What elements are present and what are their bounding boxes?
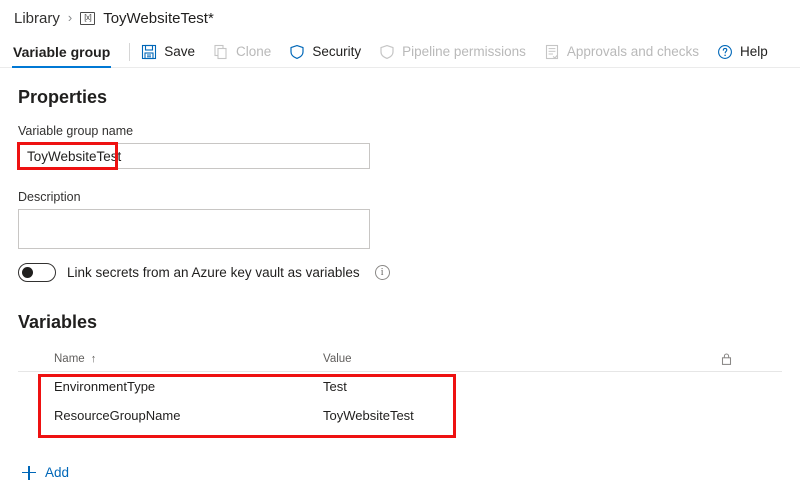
save-icon [141,44,157,60]
column-header-value[interactable]: Value [323,353,706,365]
variable-group-name-label: Variable group name [18,124,134,138]
clone-button-label: Clone [236,44,272,59]
toggle-knob [22,267,33,278]
security-button[interactable]: Security [280,37,370,67]
approvals-and-checks-button[interactable]: Approvals and checks [535,37,708,67]
column-header-value-label: Value [323,353,352,365]
shield-icon [289,44,305,60]
clone-icon [213,44,229,60]
table-row[interactable]: EnvironmentType Test [18,372,782,401]
help-button-label: Help [739,44,768,59]
description-label: Description [18,190,81,204]
add-variable-button[interactable]: Add [22,465,69,480]
variables-table: Name ↑ Value EnvironmentType Test Resourc… [18,350,782,430]
command-bar: Variable group Save Clone Security Pipel… [0,36,800,68]
breadcrumb-separator-icon: › [67,9,73,25]
breadcrumb-link-library[interactable]: Library [14,10,60,27]
pipeline-permissions-button-label: Pipeline permissions [402,44,526,59]
shield-icon [379,44,395,60]
tab-variable-group-label: Variable group [13,43,111,60]
variable-value: Test [323,379,347,394]
variables-heading: Variables [18,312,98,332]
help-button[interactable]: Help [708,37,777,67]
save-button-label: Save [164,44,196,59]
properties-heading: Properties [18,87,108,107]
link-secrets-row: Link secrets from an Azure key vault as … [18,263,390,282]
table-row[interactable]: ResourceGroupName ToyWebsiteTest [18,401,782,430]
breadcrumb-current-item: ToyWebsiteTest* [103,9,214,27]
tab-variable-group[interactable]: Variable group [12,36,112,68]
variable-name: ResourceGroupName [54,408,181,423]
breadcrumb: Library › [x] ToyWebsiteTest* [14,6,214,30]
variable-name: EnvironmentType [54,379,156,394]
sort-ascending-icon: ↑ [90,353,97,365]
plus-icon [22,465,36,480]
add-variable-label: Add [45,465,70,480]
help-circle-icon [717,44,733,60]
link-secrets-toggle[interactable] [18,263,56,282]
variable-group-icon: [x] [80,11,96,25]
checklist-icon [544,44,560,60]
description-input[interactable] [18,209,370,249]
lock-icon [706,352,746,366]
variable-value: ToyWebsiteTest [323,408,414,423]
variable-group-name-input[interactable] [18,143,370,169]
column-header-name-label: Name [54,353,85,365]
save-button[interactable]: Save [132,37,204,67]
column-header-name[interactable]: Name ↑ [18,353,323,365]
pipeline-permissions-button[interactable]: Pipeline permissions [370,37,535,67]
toolbar-divider [129,42,131,61]
security-button-label: Security [312,44,362,59]
clone-button[interactable]: Clone [204,37,280,67]
info-icon[interactable]: i [374,265,390,280]
variables-table-header: Name ↑ Value [18,350,782,372]
link-secrets-label: Link secrets from an Azure key vault as … [67,265,360,280]
approvals-and-checks-button-label: Approvals and checks [566,44,699,59]
